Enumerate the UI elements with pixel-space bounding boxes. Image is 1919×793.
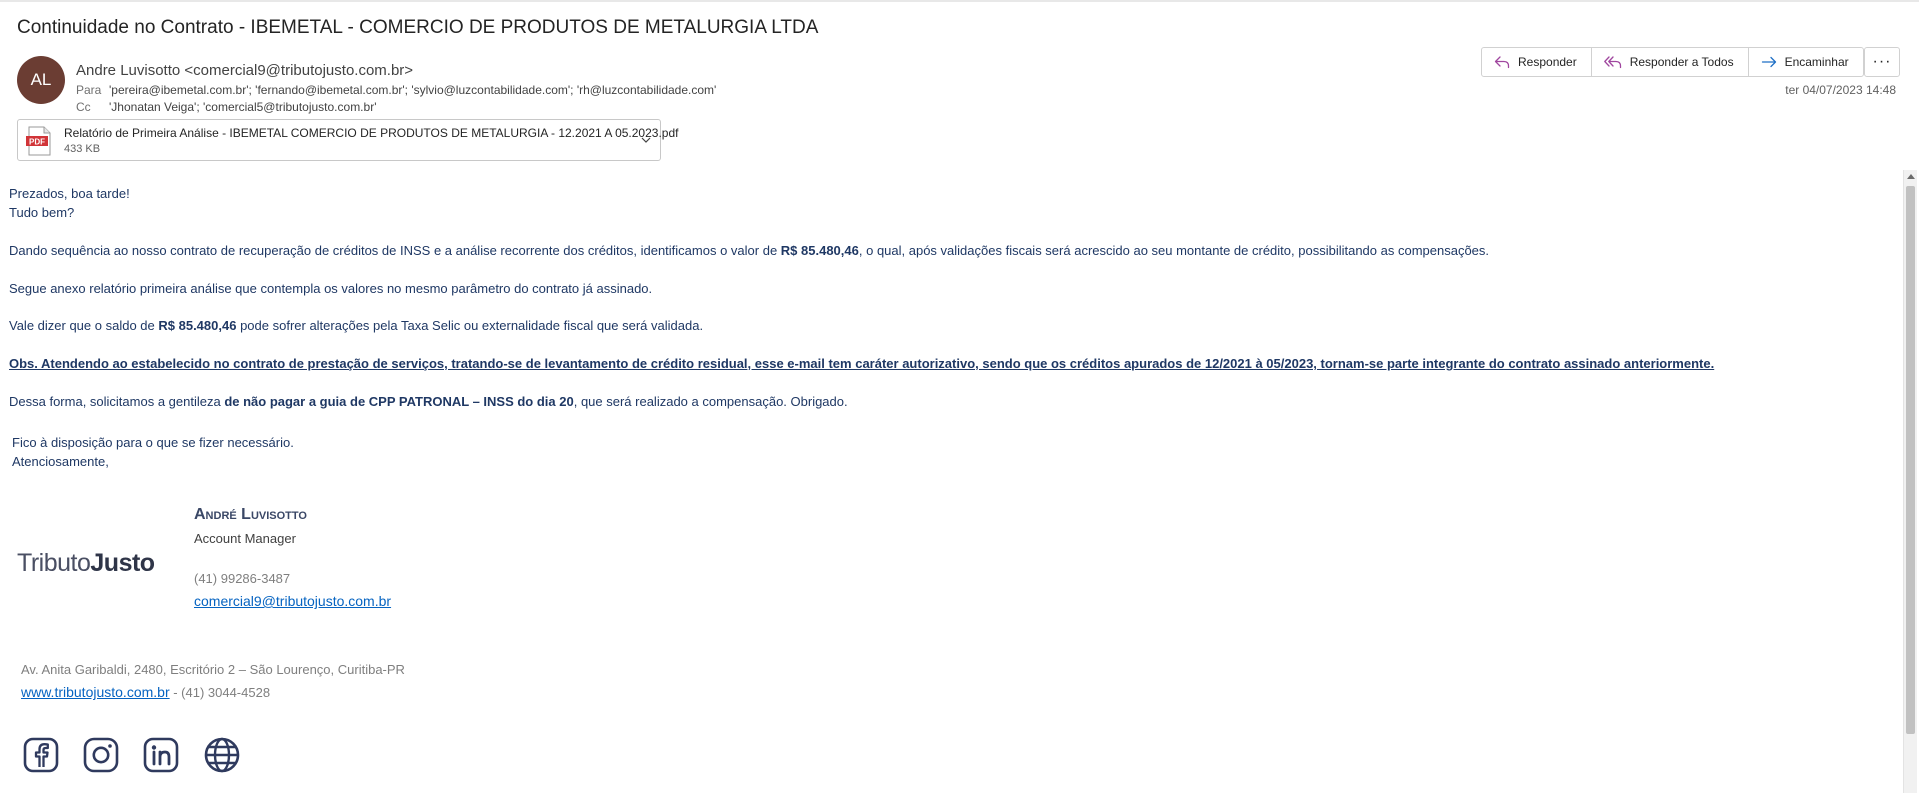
paragraph-3: Vale dizer que o saldo de R$ 85.480,46 p… [9,318,703,333]
reply-all-label: Responder a Todos [1629,55,1734,69]
paragraph-1: Dando sequência ao nosso contrato de rec… [9,243,1489,258]
facebook-icon[interactable] [23,737,59,773]
cc-list[interactable]: 'Jhonatan Veiga'; 'comercial5@tributojus… [109,100,376,114]
reply-toolbar: Responder Responder a Todos Encaminhar [1481,47,1864,77]
globe-icon[interactable] [204,737,240,773]
paragraph-3-start: Vale dizer que o saldo de [9,318,159,333]
email-subject: Continuidade no Contrato - IBEMETAL - CO… [17,17,819,38]
instagram-icon[interactable] [83,737,119,773]
signature-phone: (41) 99286-3487 [194,571,291,586]
signature-email-link[interactable]: comercial9@tributojusto.com.br [194,593,391,609]
signature-name: André Luvisotto [194,506,307,523]
logo-text-2: Justo [90,549,155,577]
paragraph-1-start: Dando sequência ao nosso contrato de rec… [9,243,781,258]
paragraph-4-start: Dessa forma, solicitamos a gentileza [9,394,225,409]
reply-icon [1494,56,1510,69]
sender-avatar[interactable]: AL [17,56,65,104]
closing-line-2: Atenciosamente, [12,454,109,469]
window-top-border [0,0,1919,2]
to-recipients: Para 'pereira@ibemetal.com.br'; 'fernando… [76,83,716,97]
company-logo: TributoJusto [17,549,155,578]
to-list[interactable]: 'pereira@ibemetal.com.br'; 'fernando@ibe… [109,83,716,97]
paragraph-3-end: pode sofrer alterações pela Taxa Selic o… [236,318,704,333]
logo-text-1: Tributo [17,549,91,577]
paragraph-4: Dessa forma, solicitamos a gentileza de … [9,394,848,409]
pdf-icon: PDF [26,126,51,156]
more-actions-button[interactable]: ··· [1864,47,1900,77]
greeting-line: Prezados, boa tarde! [9,186,130,201]
scroll-up-arrow-icon[interactable] [1907,174,1915,179]
website-phone: - (41) 3044-4528 [169,685,271,700]
scrollbar-thumb[interactable] [1906,186,1915,734]
attachment-name: Relatório de Primeira Análise - IBEMETAL… [64,126,679,140]
received-date: ter 04/07/2023 14:48 [1785,83,1896,97]
closing-line-1: Fico à disposição para o que se fizer ne… [12,435,294,450]
signature-role: Account Manager [194,531,296,546]
cc-recipients: Cc 'Jhonatan Veiga'; 'comercial5@tributoj… [76,100,376,114]
attachment-size: 433 KB [64,143,101,155]
obs-paragraph: Obs. Atendendo ao estabelecido no contra… [9,356,1715,371]
signature-web-line: www.tributojusto.com.br - (41) 3044-4528 [21,684,270,700]
attachment-card[interactable]: PDF Relatório de Primeira Análise - IBEM… [17,119,678,161]
forward-label: Encaminhar [1784,55,1849,69]
linkedin-icon[interactable] [143,737,179,773]
chevron-down-icon[interactable] [640,134,652,146]
reply-label: Responder [1518,55,1577,69]
reply-all-icon [1603,56,1621,69]
pdf-icon-text: PDF [29,137,45,146]
paragraph-4-end: , que será realizado a compensação. Obri… [573,394,848,409]
cc-label: Cc [76,100,91,114]
vertical-scrollbar[interactable] [1903,170,1917,793]
paragraph-4-bold: de não pagar a guia de CPP PATRONAL – IN… [224,394,574,409]
forward-icon [1761,56,1776,68]
balance-amount: R$ 85.480,46 [158,318,237,333]
greeting-line-2: Tudo bem? [9,205,75,220]
website-link[interactable]: www.tributojusto.com.br [21,684,170,700]
forward-button[interactable]: Encaminhar [1749,48,1863,76]
reply-button[interactable]: Responder [1482,48,1592,76]
credit-amount: R$ 85.480,46 [780,243,859,258]
to-label: Para [76,83,102,97]
paragraph-1-end: , o qual, após validações fiscais será a… [858,243,1490,258]
signature-address: Av. Anita Garibaldi, 2480, Escritório 2 … [21,662,405,677]
reply-all-button[interactable]: Responder a Todos [1592,48,1749,76]
sender-name[interactable]: Andre Luvisotto <comercial9@tributojusto… [76,62,413,79]
paragraph-2: Segue anexo relatório primeira análise q… [9,281,653,296]
